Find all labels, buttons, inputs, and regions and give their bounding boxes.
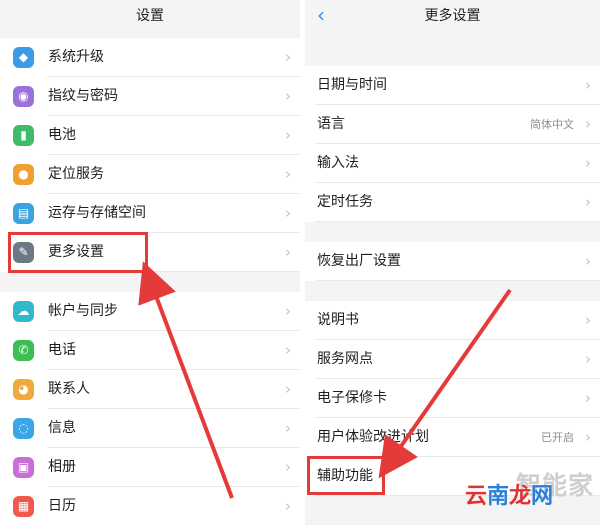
more-settings-item[interactable]: 电子保修卡 › <box>305 379 600 418</box>
settings-item[interactable]: ◕ 联系人 › <box>0 370 300 409</box>
more-settings-item[interactable]: 日期与时间 › <box>305 66 600 105</box>
location-icon: ● <box>13 164 34 185</box>
more-settings-title: 更多设置 <box>424 8 481 24</box>
more-settings-item-label: 用户体验改进计划 <box>317 429 429 445</box>
brand-logo: 云南龙网 <box>465 480 595 514</box>
chevron-right-icon: › <box>585 252 591 270</box>
settings-item-label: 联系人 <box>48 381 90 397</box>
settings-item-label: 电池 <box>48 127 76 143</box>
chevron-right-icon: › <box>285 48 291 66</box>
chevron-right-icon: › <box>585 154 591 172</box>
highlight-more-settings <box>8 232 148 273</box>
chevron-right-icon: › <box>285 458 291 476</box>
chevron-right-icon: › <box>285 243 291 261</box>
chevron-right-icon: › <box>285 87 291 105</box>
back-arrow-icon[interactable]: ‹ <box>317 0 325 30</box>
more-settings-item[interactable]: 说明书 › <box>305 301 600 340</box>
message-icon: ◌ <box>13 418 34 439</box>
chevron-right-icon: › <box>285 165 291 183</box>
brand-char: 龙 <box>509 484 532 509</box>
settings-item-label: 定位服务 <box>48 166 104 182</box>
contacts-icon: ◕ <box>13 379 34 400</box>
more-settings-item[interactable]: 用户体验改进计划 已开启 › <box>305 418 600 457</box>
more-settings-item-label: 定时任务 <box>317 194 373 210</box>
settings-item-label: 指纹与密码 <box>48 88 118 104</box>
settings-item[interactable]: ▮ 电池 › <box>0 116 300 155</box>
gallery-icon: ▣ <box>13 457 34 478</box>
chevron-right-icon: › <box>585 115 591 133</box>
settings-item[interactable]: ▣ 相册 › <box>0 448 300 487</box>
more-settings-item-label: 电子保修卡 <box>317 390 387 406</box>
settings-item[interactable]: ● 定位服务 › <box>0 155 300 194</box>
more-settings-item-label: 日期与时间 <box>317 77 387 93</box>
highlight-accessibility <box>307 456 385 495</box>
brand-char: 南 <box>487 484 510 509</box>
phone-icon: ✆ <box>13 340 34 361</box>
chevron-right-icon: › <box>585 193 591 211</box>
more-settings-item[interactable]: 定时任务 › <box>305 183 600 222</box>
chevron-right-icon: › <box>585 428 591 446</box>
more-settings-item-label: 语言 <box>317 116 345 132</box>
chevron-right-icon: › <box>285 126 291 144</box>
more-settings-header: ‹ 更多设置 <box>305 0 600 32</box>
chevron-right-icon: › <box>585 311 591 329</box>
settings-item[interactable]: ◆ 系统升级 › <box>0 38 300 77</box>
settings-item[interactable]: ▤ 运存与存储空间 › <box>0 194 300 233</box>
settings-item-label: 系统升级 <box>48 49 104 65</box>
more-settings-item-label: 说明书 <box>317 312 359 328</box>
storage-icon: ▤ <box>13 203 34 224</box>
more-settings-item-value: 已开启 <box>541 431 574 444</box>
settings-item[interactable]: ▦ 日历 › <box>0 487 300 525</box>
more-settings-item-label: 服务网点 <box>317 351 373 367</box>
row-divider <box>315 221 600 222</box>
chevron-right-icon: › <box>585 389 591 407</box>
brand-char: 云 <box>465 484 488 509</box>
chevron-right-icon: › <box>285 204 291 222</box>
fingerprint-icon: ◉ <box>13 86 34 107</box>
more-settings-item[interactable]: 服务网点 › <box>305 340 600 379</box>
more-settings-item-value: 简体中文 <box>530 118 574 131</box>
settings-item-label: 帐户与同步 <box>48 303 118 319</box>
more-settings-item[interactable]: 输入法 › <box>305 144 600 183</box>
chevron-right-icon: › <box>285 419 291 437</box>
cloud-sync-icon: ☁ <box>13 301 34 322</box>
settings-item-label: 信息 <box>48 420 76 436</box>
settings-item-label: 运存与存储空间 <box>48 205 146 221</box>
chevron-right-icon: › <box>285 341 291 359</box>
system-update-icon: ◆ <box>13 47 34 68</box>
more-settings-item-label: 输入法 <box>317 155 359 171</box>
settings-item-label: 相册 <box>48 459 76 475</box>
chevron-right-icon: › <box>285 302 291 320</box>
settings-item[interactable]: ✆ 电话 › <box>0 331 300 370</box>
chevron-right-icon: › <box>585 350 591 368</box>
more-settings-item-label: 恢复出厂设置 <box>317 253 401 269</box>
more-settings-pane: ‹ 更多设置 日期与时间 › 语言 简体中文 › 输入法 › 定时任务 › 恢复出厂设置 › 说明书 ›… <box>305 0 600 525</box>
chevron-right-icon: › <box>285 497 291 515</box>
row-divider <box>315 280 600 281</box>
brand-char: 网 <box>531 484 554 509</box>
more-settings-item[interactable]: 语言 简体中文 › <box>305 105 600 144</box>
battery-icon: ▮ <box>13 125 34 146</box>
more-settings-item[interactable]: 恢复出厂设置 › <box>305 242 600 281</box>
calendar-icon: ▦ <box>13 496 34 517</box>
settings-item-label: 电话 <box>48 342 76 358</box>
settings-item[interactable]: ◉ 指纹与密码 › <box>0 77 300 116</box>
settings-title: 设置 <box>0 0 300 32</box>
chevron-right-icon: › <box>585 76 591 94</box>
chevron-right-icon: › <box>285 380 291 398</box>
settings-item[interactable]: ◌ 信息 › <box>0 409 300 448</box>
settings-item-label: 日历 <box>48 498 76 514</box>
settings-item[interactable]: ☁ 帐户与同步 › <box>0 292 300 331</box>
